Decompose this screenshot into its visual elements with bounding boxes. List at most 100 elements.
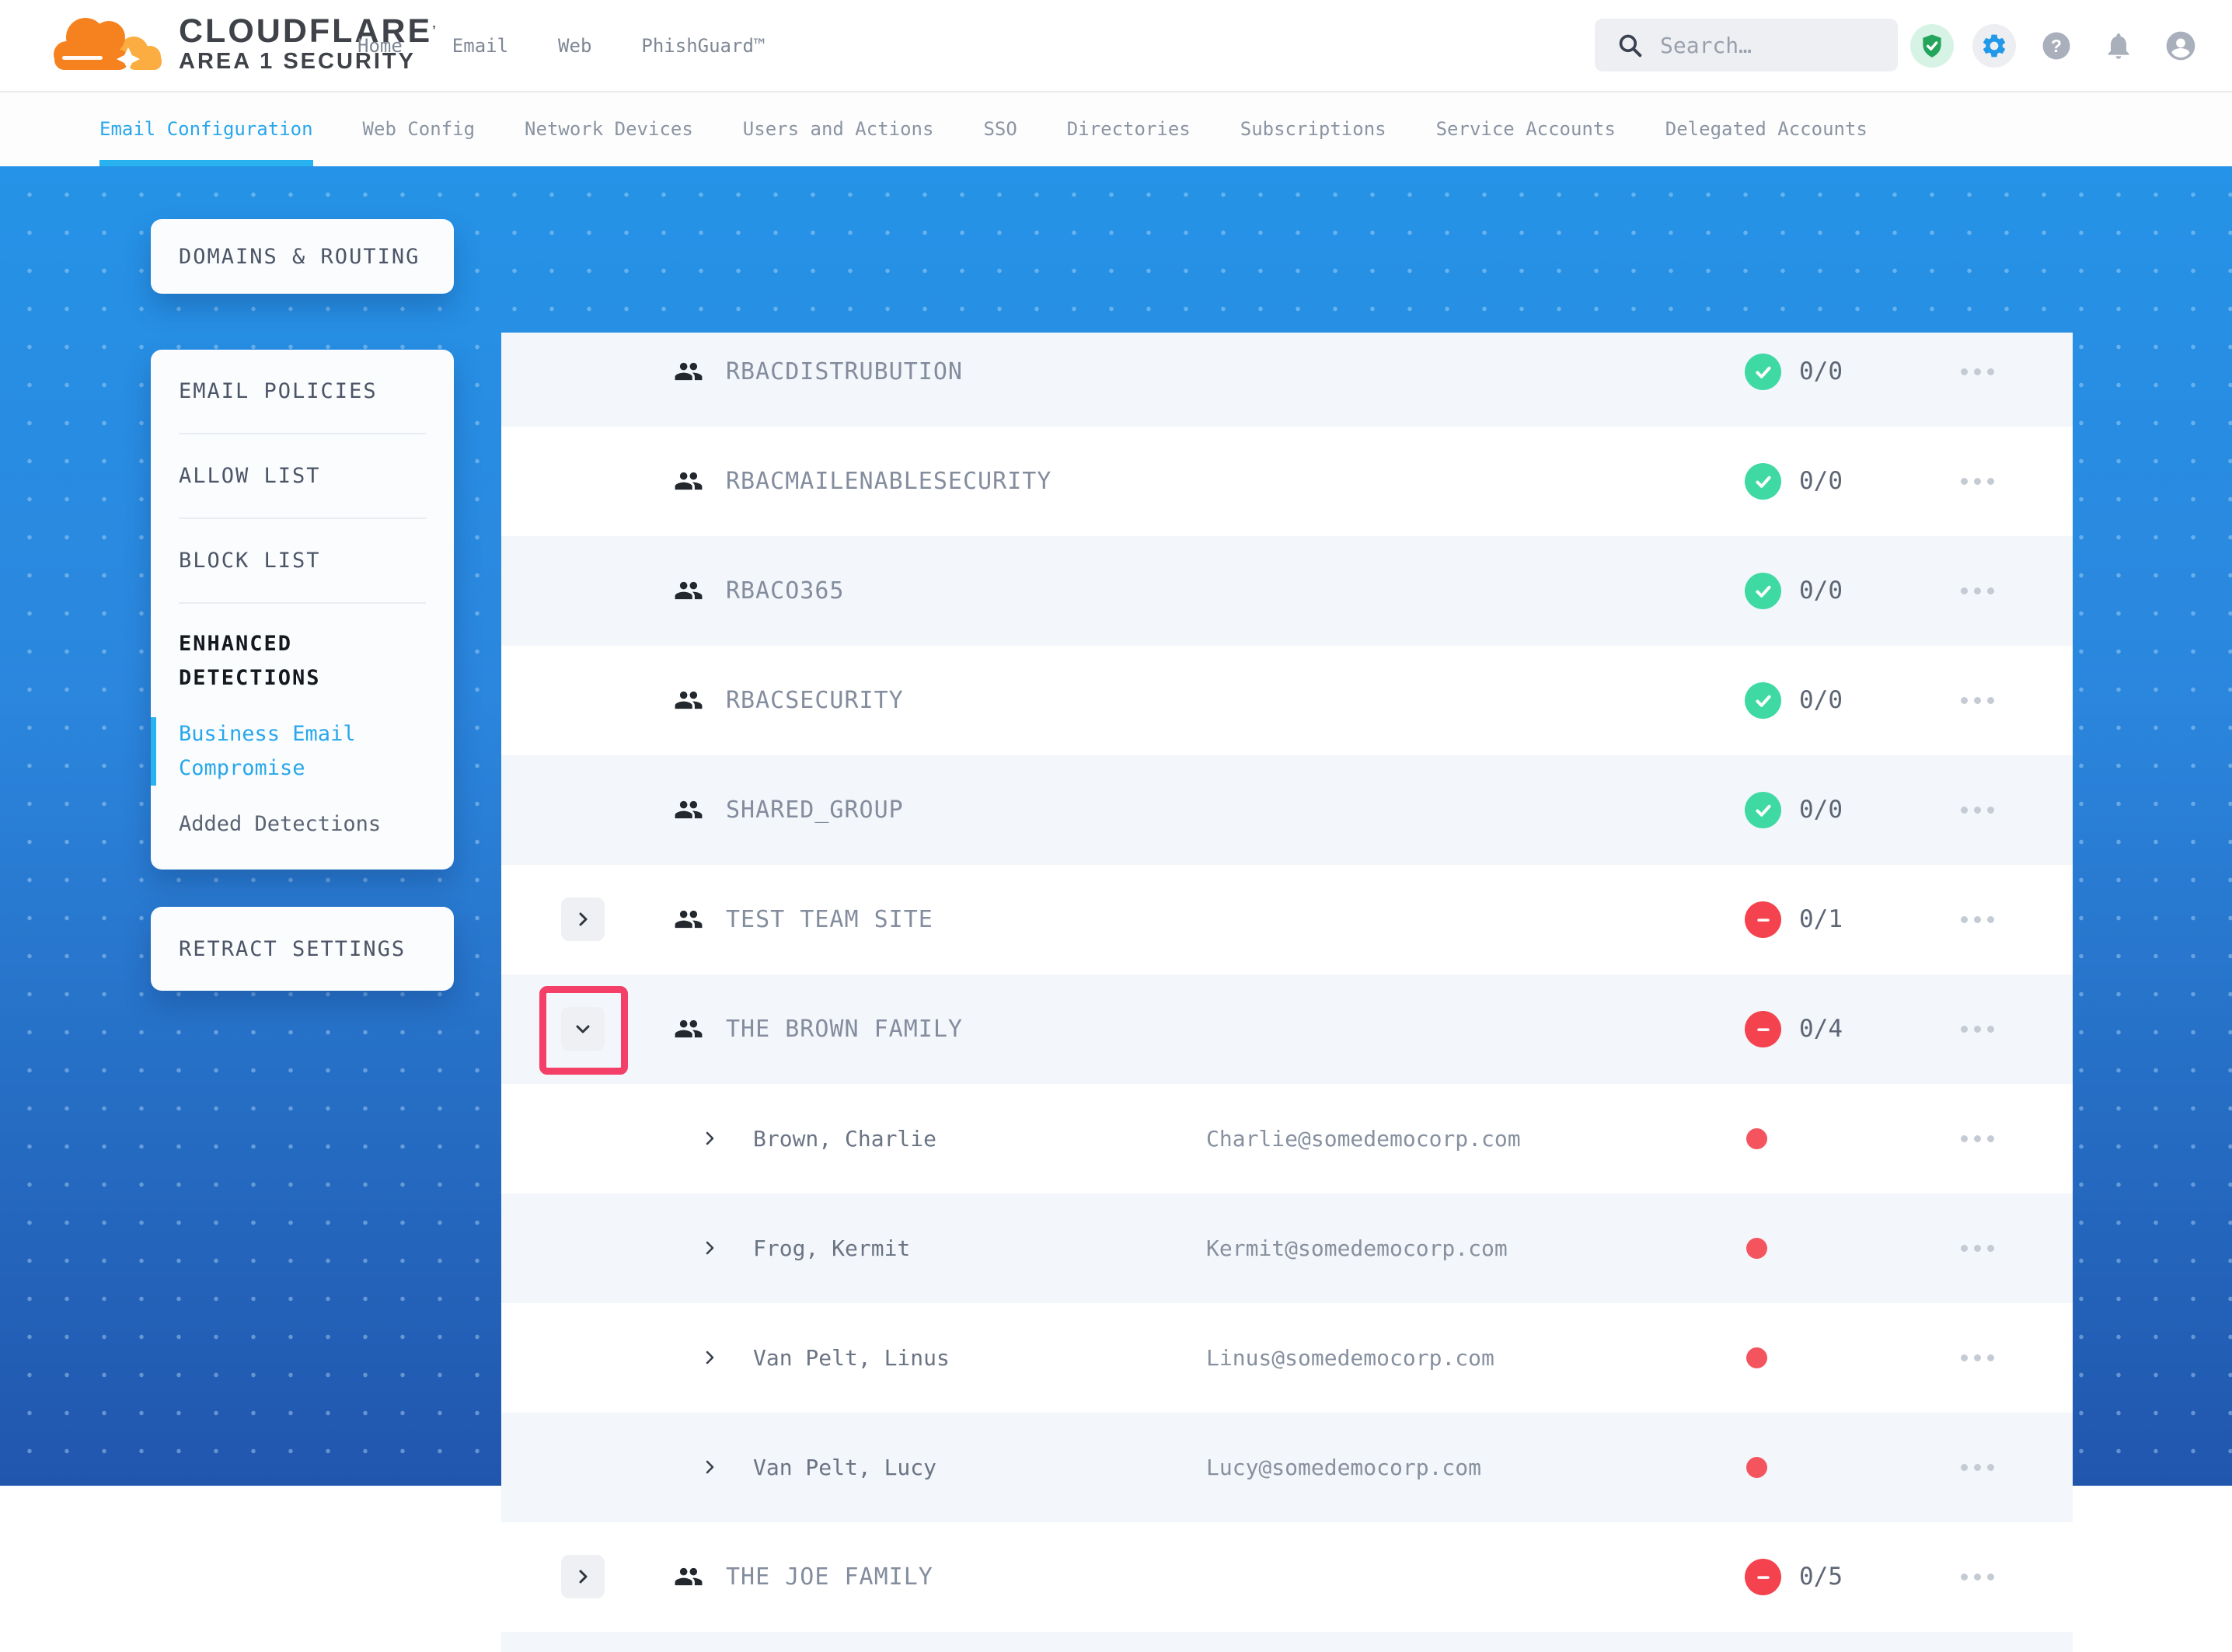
minus-icon xyxy=(1752,1567,1774,1588)
table-row-group[interactable]: THE JOE FAMILY0/5 xyxy=(501,1522,2073,1632)
tab-service-accounts[interactable]: Service Accounts xyxy=(1436,91,1616,166)
group-name: SHARED_GROUP xyxy=(726,755,904,865)
row-actions-menu-button[interactable] xyxy=(1961,1084,1994,1194)
search-input[interactable]: Search… xyxy=(1595,19,1898,71)
row-actions-menu-button[interactable] xyxy=(1961,333,1994,427)
member-status-dot xyxy=(1746,1347,1767,1368)
account-icon[interactable] xyxy=(2159,24,2202,68)
row-actions-menu-button[interactable] xyxy=(1961,536,1994,646)
header-icons: ? xyxy=(1910,0,2202,91)
tab-email-configuration[interactable]: Email Configuration xyxy=(99,91,313,166)
group-people-icon xyxy=(674,576,703,605)
shield-check-icon[interactable] xyxy=(1910,24,1954,68)
check-icon xyxy=(1752,690,1774,712)
search-icon xyxy=(1616,32,1643,58)
chevron-right-icon xyxy=(700,1129,719,1148)
table-row-group[interactable]: RBACSECURITY0/0 xyxy=(501,646,2073,755)
status-blocked-icon xyxy=(1745,901,1781,938)
row-actions-menu-button[interactable] xyxy=(1961,1413,1994,1522)
app-header: CLOUDFLARE’ AREA 1 SECURITY HomeEmailWeb… xyxy=(0,0,2232,92)
tab-subscriptions[interactable]: Subscriptions xyxy=(1240,91,1386,166)
chevron-down-icon xyxy=(574,1019,592,1038)
check-icon xyxy=(1752,361,1774,383)
group-count: 0/5 xyxy=(1799,1522,1843,1632)
status-blocked-icon xyxy=(1745,1559,1781,1595)
group-count: 0/4 xyxy=(1799,974,1843,1084)
table-row-member[interactable]: Van Pelt, LinusLinus@somedemocorp.com xyxy=(501,1303,2073,1413)
header-nav-item-email[interactable]: Email xyxy=(452,35,508,57)
table-row-member[interactable]: Van Pelt, LucyLucy@somedemocorp.com xyxy=(501,1413,2073,1522)
table-row-group[interactable]: RBACO365 0/0 xyxy=(501,536,2073,646)
chevron-right-icon xyxy=(700,1239,719,1257)
member-status-dot xyxy=(1746,1457,1767,1478)
member-name: Van Pelt, Linus xyxy=(753,1303,950,1413)
member-chevron-icon[interactable] xyxy=(700,1348,719,1370)
group-count: 0/0 xyxy=(1799,646,1843,755)
tab-web-config[interactable]: Web Config xyxy=(363,91,476,166)
status-ok-icon xyxy=(1745,463,1781,500)
expand-group-button[interactable] xyxy=(561,897,605,941)
member-name: Brown, Charlie xyxy=(753,1084,936,1194)
status-ok-icon xyxy=(1745,573,1781,609)
check-icon xyxy=(1752,471,1774,493)
group-count: 0/1 xyxy=(1799,865,1843,974)
group-name: TEST TEAM SITE xyxy=(726,865,933,974)
table-row-member[interactable]: Frog, KermitKermit@somedemocorp.com xyxy=(501,1194,2073,1303)
collapse-group-button[interactable] xyxy=(561,1007,605,1051)
member-chevron-icon[interactable] xyxy=(700,1129,719,1151)
row-actions-menu-button[interactable] xyxy=(1961,1522,1994,1632)
group-people-icon xyxy=(674,466,703,496)
help-icon[interactable]: ? xyxy=(2035,24,2078,68)
member-chevron-icon[interactable] xyxy=(700,1458,719,1479)
tab-users-and-actions[interactable]: Users and Actions xyxy=(743,91,934,166)
status-ok-icon xyxy=(1745,682,1781,719)
sidebar-item-added-detections[interactable]: Added Detections xyxy=(179,807,426,842)
tab-delegated-accounts[interactable]: Delegated Accounts xyxy=(1665,91,1868,166)
sidebar-item-business-email-compromise[interactable]: Business Email Compromise xyxy=(179,717,426,786)
member-status-dot xyxy=(1746,1238,1767,1259)
table-row-group[interactable]: SHARED_GROUP0/0 xyxy=(501,755,2073,865)
group-count: 0/0 xyxy=(1799,536,1843,646)
group-people-icon xyxy=(674,904,703,934)
notifications-bell-icon[interactable] xyxy=(2097,24,2140,68)
table-row-group[interactable]: RBACMAILENABLESECURITY0/0 xyxy=(501,427,2073,536)
expand-group-button[interactable] xyxy=(561,1555,605,1598)
table-row-group[interactable]: THE BROWN FAMILY 0/4 xyxy=(501,974,2073,1084)
group-people-icon xyxy=(674,1014,703,1044)
row-actions-menu-button[interactable] xyxy=(1961,755,1994,865)
group-name: RBACMAILENABLESECURITY xyxy=(726,427,1051,536)
chevron-right-icon xyxy=(700,1348,719,1367)
table-row-member[interactable]: Brown, CharlieCharlie@somedemocorp.com xyxy=(501,1084,2073,1194)
header-nav-item-web[interactable]: Web xyxy=(558,35,591,57)
check-icon xyxy=(1752,580,1774,602)
row-actions-menu-button[interactable] xyxy=(1961,974,1994,1084)
sidebar-item-domains-routing[interactable]: DOMAINS & ROUTING xyxy=(151,219,454,294)
tab-directories[interactable]: Directories xyxy=(1067,91,1191,166)
status-ok-icon xyxy=(1745,792,1781,828)
table-row-group[interactable]: RBACDISTRUBUTION0/0 xyxy=(501,333,2073,427)
row-actions-menu-button[interactable] xyxy=(1961,1303,1994,1413)
group-people-icon xyxy=(674,1562,703,1591)
group-name: THE BROWN FAMILY xyxy=(726,974,963,1084)
sidebar-item-retract-settings[interactable]: RETRACT SETTINGS xyxy=(151,907,454,991)
sidebar-item-block-list[interactable]: BLOCK LIST xyxy=(179,519,426,604)
row-actions-menu-button[interactable] xyxy=(1961,427,1994,536)
tab-network-devices[interactable]: Network Devices xyxy=(525,91,693,166)
member-chevron-icon[interactable] xyxy=(700,1239,719,1260)
row-actions-menu-button[interactable] xyxy=(1961,1194,1994,1303)
tab-sso[interactable]: SSO xyxy=(983,91,1017,166)
settings-gear-icon[interactable] xyxy=(1972,24,2016,68)
table-row-group[interactable]: TEST TEAM SITE 0/1 xyxy=(501,865,2073,974)
sidebar-item-allow-list[interactable]: ALLOW LIST xyxy=(179,434,426,519)
row-actions-menu-button[interactable] xyxy=(1961,646,1994,755)
group-people-icon xyxy=(674,357,703,386)
sidebar-item-email-policies[interactable]: EMAIL POLICIES xyxy=(179,350,426,434)
header-nav-item-home[interactable]: Home xyxy=(357,35,403,57)
group-name: RBACO365 xyxy=(726,536,845,646)
page-background: DOMAINS & ROUTING EMAIL POLICIESALLOW LI… xyxy=(0,166,2232,1486)
chevron-right-icon xyxy=(574,910,592,929)
config-subnav: Email Configuration Web Config Network Dev… xyxy=(0,91,2232,166)
header-nav-item-phishguard-[interactable]: PhishGuard™ xyxy=(641,35,765,57)
row-actions-menu-button[interactable] xyxy=(1961,865,1994,974)
groups-panel: RBACDISTRUBUTION0/0RBACMAILENABLESECURIT… xyxy=(501,333,2073,1652)
